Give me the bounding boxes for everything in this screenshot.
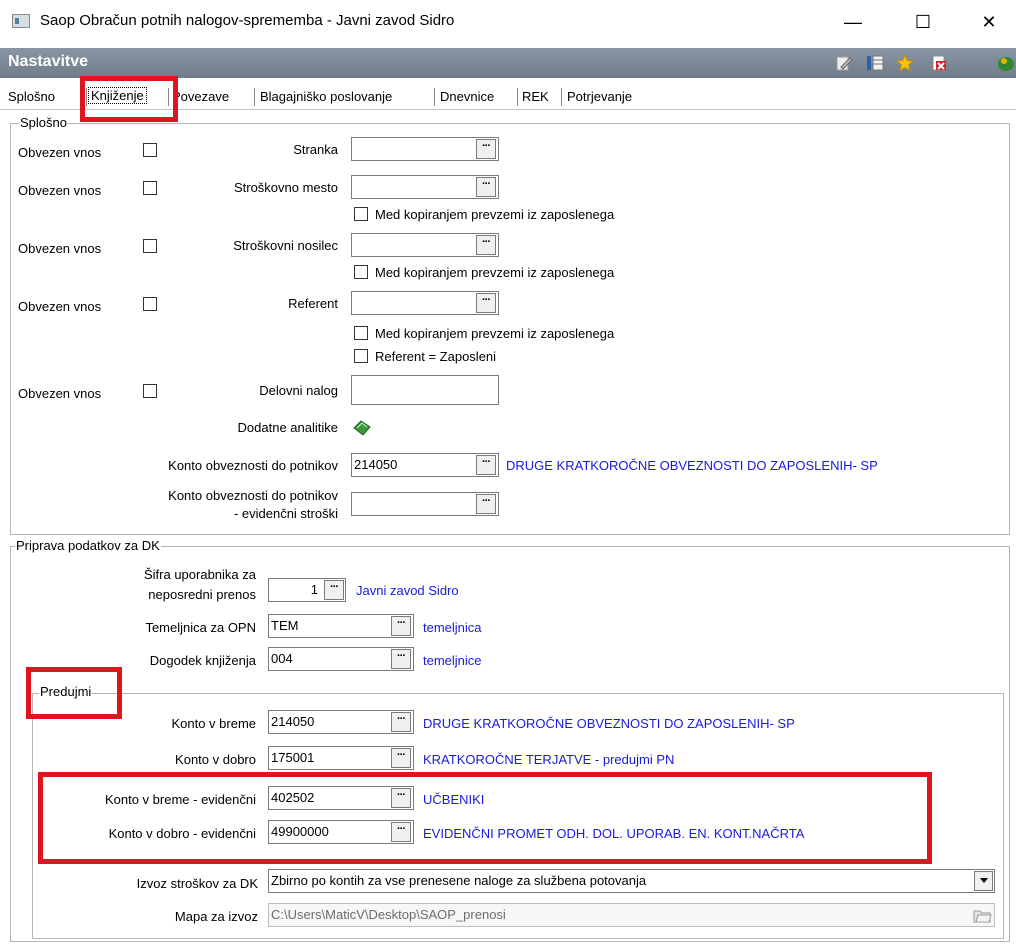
stroskovni-nosilec-kopiranje-checkbox[interactable] — [354, 265, 368, 279]
close-button[interactable]: ✕ — [966, 4, 1012, 40]
minimize-button[interactable]: — — [830, 4, 876, 40]
sifra-label-line1: Šifra uporabnika za — [143, 567, 256, 582]
med-kopiranjem-label: Med kopiranjem prevzemi iz zaposlenega — [375, 265, 615, 280]
obvezen-vnos-stroskovni-nosilec-checkbox[interactable] — [143, 239, 157, 253]
obvezen-vnos-label: Obvezen vnos — [18, 145, 102, 160]
splosno-group-title: Splošno — [19, 115, 68, 130]
med-kopiranjem-label: Med kopiranjem prevzemi iz zaposlenega — [375, 326, 615, 341]
temeljnica-browse-button[interactable]: ··· — [391, 616, 411, 636]
sifra-browse-button[interactable]: ··· — [324, 580, 344, 600]
obvezen-vnos-label: Obvezen vnos — [18, 386, 102, 401]
window-title: Saop Obračun potnih nalogov-sprememba - … — [40, 12, 455, 29]
referent-browse-button[interactable]: ··· — [476, 293, 496, 313]
konto-obveznosti-ev-label-line2: - evidenčni stroški — [233, 506, 338, 521]
stranka-browse-button[interactable]: ··· — [476, 139, 496, 159]
sifra-description: Javni zavod Sidro — [356, 583, 459, 598]
med-kopiranjem-label: Med kopiranjem prevzemi iz zaposlenega — [375, 207, 615, 222]
stroskovni-nosilec-browse-button[interactable]: ··· — [476, 235, 496, 255]
annotation-highlight-predujmi — [26, 667, 122, 719]
konto-obveznosti-browse-button[interactable]: ··· — [476, 455, 496, 475]
chevron-down-icon — [979, 878, 988, 883]
tab-separator — [517, 88, 518, 106]
tab-dnevnice[interactable]: Dnevnice — [440, 89, 494, 104]
delovni-nalog-input[interactable] — [351, 375, 499, 405]
exit-icon[interactable] — [996, 54, 1016, 72]
referent-zaposleni-label: Referent = Zaposleni — [375, 349, 497, 364]
maximize-button[interactable]: ☐ — [900, 4, 946, 40]
konto-v-dobro-description: KRATKOROČNE TERJATVE - predujmi PN — [423, 752, 675, 767]
dogodek-browse-button[interactable]: ··· — [391, 649, 411, 669]
konto-obveznosti-ev-browse-button[interactable]: ··· — [476, 494, 496, 514]
konto-v-breme-description: DRUGE KRATKOROČNE OBVEZNOSTI DO ZAPOSLEN… — [423, 716, 795, 731]
delovni-nalog-label: Delovni nalog — [259, 383, 338, 398]
annotation-highlight-knjizenje — [80, 76, 178, 122]
obvezen-vnos-referent-checkbox[interactable] — [143, 297, 157, 311]
annotation-highlight-evidencni — [38, 772, 932, 864]
konto-obveznosti-ev-label-line1: Konto obveznosti do potnikov — [168, 488, 338, 503]
sifra-label-line2: neposredni prenos — [148, 587, 256, 602]
tab-potrjevanje[interactable]: Potrjevanje — [567, 89, 632, 104]
obvezen-vnos-delovni-nalog-checkbox[interactable] — [143, 384, 157, 398]
konto-v-dobro-browse-button[interactable]: ··· — [391, 748, 411, 768]
folder-icon[interactable] — [972, 905, 992, 925]
referent-zaposleni-checkbox[interactable] — [354, 349, 368, 363]
obvezen-vnos-label: Obvezen vnos — [18, 241, 102, 256]
dogodek-label: Dogodek knjiženja — [149, 653, 256, 668]
tab-splosno[interactable]: Splošno — [8, 89, 55, 104]
tab-separator — [561, 88, 562, 106]
izvoz-select[interactable]: Zbirno po kontih za vse prenesene naloge… — [268, 869, 995, 893]
stroskovno-mesto-label: Stroškovno mesto — [233, 180, 338, 195]
izvoz-label: Izvoz stroškov za DK — [136, 876, 258, 891]
window-title-bar: Saop Obračun potnih nalogov-sprememba - … — [0, 0, 1016, 46]
stroskovni-nosilec-label: Stroškovni nosilec — [233, 238, 338, 253]
tab-rek[interactable]: REK — [522, 89, 549, 104]
referent-kopiranje-checkbox[interactable] — [354, 326, 368, 340]
stranka-label: Stranka — [293, 142, 338, 157]
tab-separator — [254, 88, 255, 106]
tab-blagajnisko-poslovanje[interactable]: Blagajniško poslovanje — [260, 89, 392, 104]
stroskovno-mesto-kopiranje-checkbox[interactable] — [354, 207, 368, 221]
obvezen-vnos-stranka-checkbox[interactable] — [143, 143, 157, 157]
konto-v-breme-browse-button[interactable]: ··· — [391, 712, 411, 732]
obvezen-vnos-stroskovno-mesto-checkbox[interactable] — [143, 181, 157, 195]
header-bar: Nastavitve — [0, 48, 1016, 78]
book-icon[interactable] — [352, 419, 372, 437]
obvezen-vnos-label: Obvezen vnos — [18, 299, 102, 314]
referent-label: Referent — [288, 296, 338, 311]
dogodek-description: temeljnice — [423, 653, 482, 668]
stroskovno-mesto-browse-button[interactable]: ··· — [476, 177, 496, 197]
konto-obveznosti-label: Konto obveznosti do potnikov — [168, 458, 338, 473]
edit-icon[interactable] — [835, 54, 853, 72]
mapa-input[interactable]: C:\Users\MaticV\Desktop\SAOP_prenosi — [268, 903, 995, 927]
priprava-group-title: Priprava podatkov za DK — [15, 538, 161, 553]
obvezen-vnos-label: Obvezen vnos — [18, 183, 102, 198]
tab-povezave[interactable]: Povezave — [172, 89, 229, 104]
delete-icon[interactable] — [930, 54, 948, 72]
temeljnica-label: Temeljnica za OPN — [145, 620, 256, 635]
dodatne-analitike-label: Dodatne analitike — [237, 420, 338, 435]
mapa-label: Mapa za izvoz — [174, 909, 258, 924]
app-icon — [12, 14, 30, 28]
temeljnica-description: temeljnica — [423, 620, 482, 635]
konto-v-dobro-label: Konto v dobro — [175, 752, 256, 767]
columns-icon[interactable] — [866, 54, 884, 72]
izvoz-dropdown-button[interactable] — [974, 871, 993, 891]
page-title: Nastavitve — [8, 53, 89, 70]
star-icon[interactable] — [896, 54, 914, 72]
tab-separator — [434, 88, 435, 106]
konto-obveznosti-description: DRUGE KRATKOROČNE OBVEZNOSTI DO ZAPOSLEN… — [506, 458, 878, 473]
